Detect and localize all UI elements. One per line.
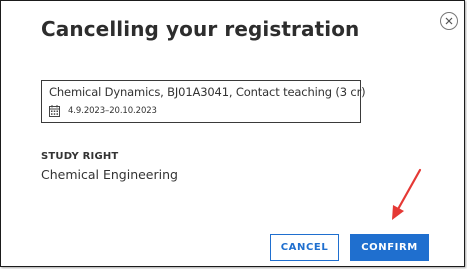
study-right-label: STUDY RIGHT xyxy=(41,151,119,162)
close-icon xyxy=(445,17,453,25)
calendar-icon xyxy=(49,105,60,117)
cancel-registration-dialog: Cancelling your registration Chemical Dy… xyxy=(0,0,465,267)
cancel-button[interactable]: CANCEL xyxy=(270,234,339,261)
study-right-value: Chemical Engineering xyxy=(41,167,178,182)
dialog-title: Cancelling your registration xyxy=(41,17,360,41)
course-card[interactable]: Chemical Dynamics, BJ01A3041, Contact te… xyxy=(41,80,366,123)
close-button[interactable] xyxy=(440,12,458,30)
course-dates: 4.9.2023–20.10.2023 xyxy=(68,106,157,116)
course-name: Chemical Dynamics, BJ01A3041, Contact te… xyxy=(49,85,366,99)
confirm-button[interactable]: CONFIRM xyxy=(350,234,429,261)
annotation-arrow-icon xyxy=(392,168,422,220)
